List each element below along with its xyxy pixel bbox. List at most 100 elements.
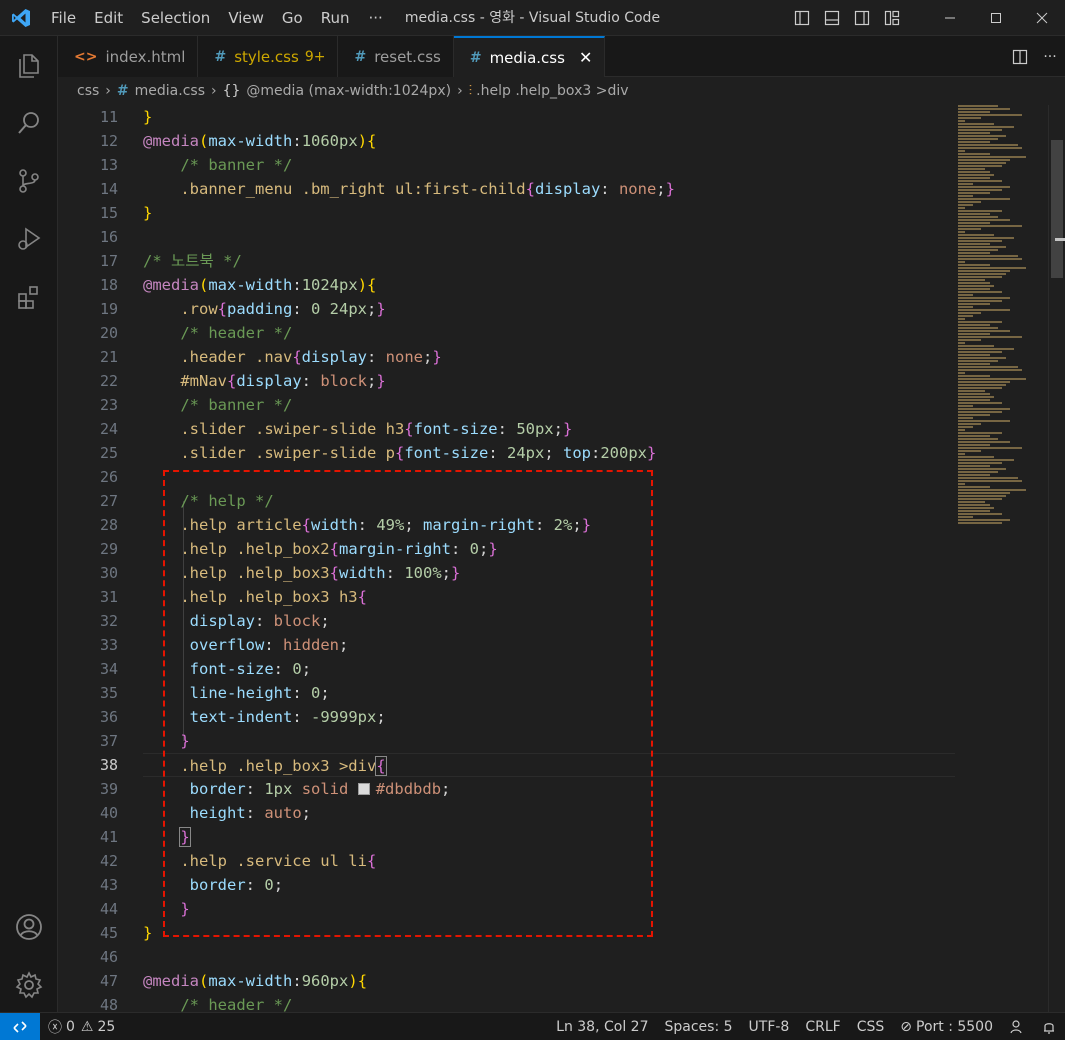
minimap-line	[958, 477, 1018, 479]
menu-run[interactable]: Run	[312, 0, 359, 36]
minimap-line	[958, 405, 974, 407]
indentation-setting[interactable]: Spaces: 5	[657, 1013, 741, 1040]
minimap-line	[958, 309, 1010, 311]
tab-reset-css[interactable]: # reset.css	[338, 36, 454, 77]
more-actions-icon[interactable]: ···	[1035, 36, 1065, 77]
minimap-line	[958, 201, 982, 203]
line-number: 15	[99, 204, 118, 222]
code-line[interactable]: @media(max-width:960px){	[143, 969, 963, 993]
code-line[interactable]: .header .nav{display: none;}	[143, 345, 963, 369]
code-line[interactable]: @media(max-width:1024px){	[143, 273, 963, 297]
remote-indicator-icon[interactable]	[0, 1012, 40, 1040]
code-line[interactable]: /* banner */	[143, 153, 963, 177]
close-window-icon[interactable]	[1019, 0, 1065, 36]
maximize-icon[interactable]	[973, 0, 1019, 36]
code-line[interactable]: /* header */	[143, 993, 963, 1012]
minimap-line	[958, 261, 966, 263]
manage-gear-icon[interactable]	[0, 956, 58, 1014]
close-tab-icon[interactable]: ✕	[579, 48, 592, 67]
breadcrumb-file[interactable]: media.css	[135, 83, 205, 99]
minimap-line	[958, 333, 990, 335]
line-number: 22	[99, 372, 118, 390]
minimap-line	[958, 321, 1002, 323]
minimap-line	[958, 432, 1002, 434]
scroll-thumb[interactable]	[1051, 140, 1063, 278]
feedback-icon[interactable]	[1001, 1013, 1033, 1040]
minimap-line	[958, 249, 998, 251]
code-line[interactable]: @media(max-width:1060px){	[143, 129, 963, 153]
minimap-line	[958, 225, 1022, 227]
minimap-line	[958, 498, 1002, 500]
code-line[interactable]	[143, 945, 963, 969]
line-number: 13	[99, 156, 118, 174]
code-line[interactable]: .banner_menu .bm_right ul:first-child{di…	[143, 177, 963, 201]
language-mode[interactable]: CSS	[849, 1013, 893, 1040]
minimap[interactable]	[958, 105, 1048, 1012]
source-control-icon[interactable]	[0, 152, 58, 210]
minimap-line	[958, 231, 966, 233]
minimap-line	[958, 264, 990, 266]
minimap-line	[958, 399, 990, 401]
menu-selection[interactable]: Selection	[132, 0, 219, 36]
menu-go[interactable]: Go	[273, 0, 312, 36]
minimap-line	[958, 486, 990, 488]
file-encoding[interactable]: UTF-8	[741, 1013, 798, 1040]
code-line[interactable]: .slider .swiper-slide p{font-size: 24px;…	[143, 441, 963, 465]
code-line[interactable]: /* banner */	[143, 393, 963, 417]
line-number: 44	[99, 900, 118, 918]
accounts-icon[interactable]	[0, 898, 58, 956]
code-line[interactable]: #mNav{display: block;}	[143, 369, 963, 393]
code-line[interactable]: .row{padding: 0 24px;}	[143, 297, 963, 321]
code-line[interactable]: /* header */	[143, 321, 963, 345]
tab-label: reset.css	[374, 47, 441, 66]
minimap-line	[958, 342, 966, 344]
line-number: 45	[99, 924, 118, 942]
run-debug-icon[interactable]	[0, 210, 58, 268]
line-number: 27	[99, 492, 118, 510]
toggle-secondary-sidebar-icon[interactable]	[847, 0, 877, 36]
minimap-line	[958, 426, 974, 428]
live-server-status[interactable]: ⊘ Port : 5500	[892, 1013, 1001, 1040]
minimize-icon[interactable]	[927, 0, 973, 36]
minimap-line	[958, 495, 1006, 497]
more-menu-icon[interactable]: ···	[359, 9, 393, 27]
code-line[interactable]: }	[143, 201, 963, 225]
minimap-line	[958, 222, 990, 224]
breadcrumb-symbol[interactable]: .help .help_box3 >div	[476, 83, 628, 99]
code-line[interactable]: .slider .swiper-slide h3{font-size: 50px…	[143, 417, 963, 441]
code-editor[interactable]: 11 12 13 14 15 16 17 18 19 20 21 22 23 24 25 26 27 28 29 30…	[58, 105, 1065, 1012]
no-entry-icon: ⊘	[900, 1018, 912, 1035]
cursor-position[interactable]: Ln 38, Col 27	[548, 1013, 656, 1040]
tab-index-html[interactable]: <> index.html	[58, 36, 199, 77]
breadcrumb-scope[interactable]: @media (max-width:1024px)	[246, 83, 451, 99]
line-number: 40	[99, 804, 118, 822]
breadcrumb-folder[interactable]: css	[77, 83, 99, 99]
minimap-line	[958, 456, 994, 458]
tab-style-css[interactable]: # style.css 9+	[198, 36, 339, 77]
menu-file[interactable]: File	[42, 0, 85, 36]
split-editor-icon[interactable]	[1005, 36, 1035, 77]
search-icon[interactable]	[0, 94, 58, 152]
customize-layout-icon[interactable]	[877, 0, 907, 36]
vertical-scrollbar[interactable]	[1048, 105, 1065, 1012]
problems-status[interactable]: ⓧ 0 ⚠ 25	[40, 1013, 123, 1040]
explorer-icon[interactable]	[0, 36, 58, 94]
menu-edit[interactable]: Edit	[85, 0, 132, 36]
minimap-line	[958, 135, 1006, 137]
code-line[interactable]	[143, 225, 963, 249]
notifications-bell-icon[interactable]	[1033, 1013, 1065, 1040]
end-of-line[interactable]: CRLF	[797, 1013, 848, 1040]
minimap-line	[958, 462, 1002, 464]
toggle-panel-icon[interactable]	[817, 0, 847, 36]
minimap-line	[958, 276, 1002, 278]
tab-media-css[interactable]: # media.css ✕	[453, 36, 606, 77]
line-number: 18	[99, 276, 118, 294]
code-line[interactable]: /* 노트북 */	[143, 249, 963, 273]
menu-view[interactable]: View	[219, 0, 273, 36]
extensions-icon[interactable]	[0, 268, 58, 326]
tab-label: media.css	[489, 48, 565, 67]
minimap-line	[958, 177, 990, 179]
code-line[interactable]: }	[143, 105, 963, 129]
minimap-line	[958, 291, 1002, 293]
toggle-primary-sidebar-icon[interactable]	[787, 0, 817, 36]
